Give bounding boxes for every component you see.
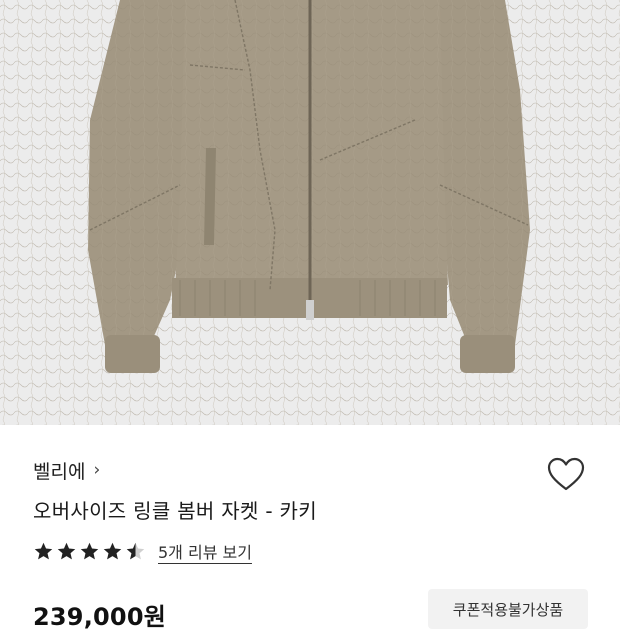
star-icon bbox=[57, 542, 76, 559]
chevron-right-icon: › bbox=[93, 460, 101, 480]
product-image[interactable] bbox=[0, 0, 620, 425]
star-icon bbox=[80, 542, 99, 559]
review-link[interactable]: 5개 리뷰 보기 bbox=[158, 539, 252, 563]
jacket-illustration bbox=[0, 0, 620, 425]
price: 239,000원 bbox=[33, 603, 166, 631]
coupon-badge: 쿠폰적용불가상품 bbox=[428, 589, 588, 629]
star-half-icon bbox=[126, 542, 145, 559]
product-title: 오버사이즈 링클 봄버 자켓 - 카키 bbox=[33, 499, 317, 523]
star-icon bbox=[34, 542, 53, 559]
rating-row: 5개 리뷰 보기 bbox=[33, 538, 252, 564]
star-rating bbox=[33, 541, 146, 562]
heart-outline-icon[interactable] bbox=[546, 455, 586, 495]
product-info: 벨리에 › 오버사이즈 링클 봄버 자켓 - 카키 5개 리뷰 보기 239,0… bbox=[0, 425, 620, 631]
brand-name: 벨리에 bbox=[33, 460, 86, 483]
brand-link[interactable]: 벨리에 › bbox=[33, 455, 100, 485]
star-icon bbox=[103, 542, 122, 559]
